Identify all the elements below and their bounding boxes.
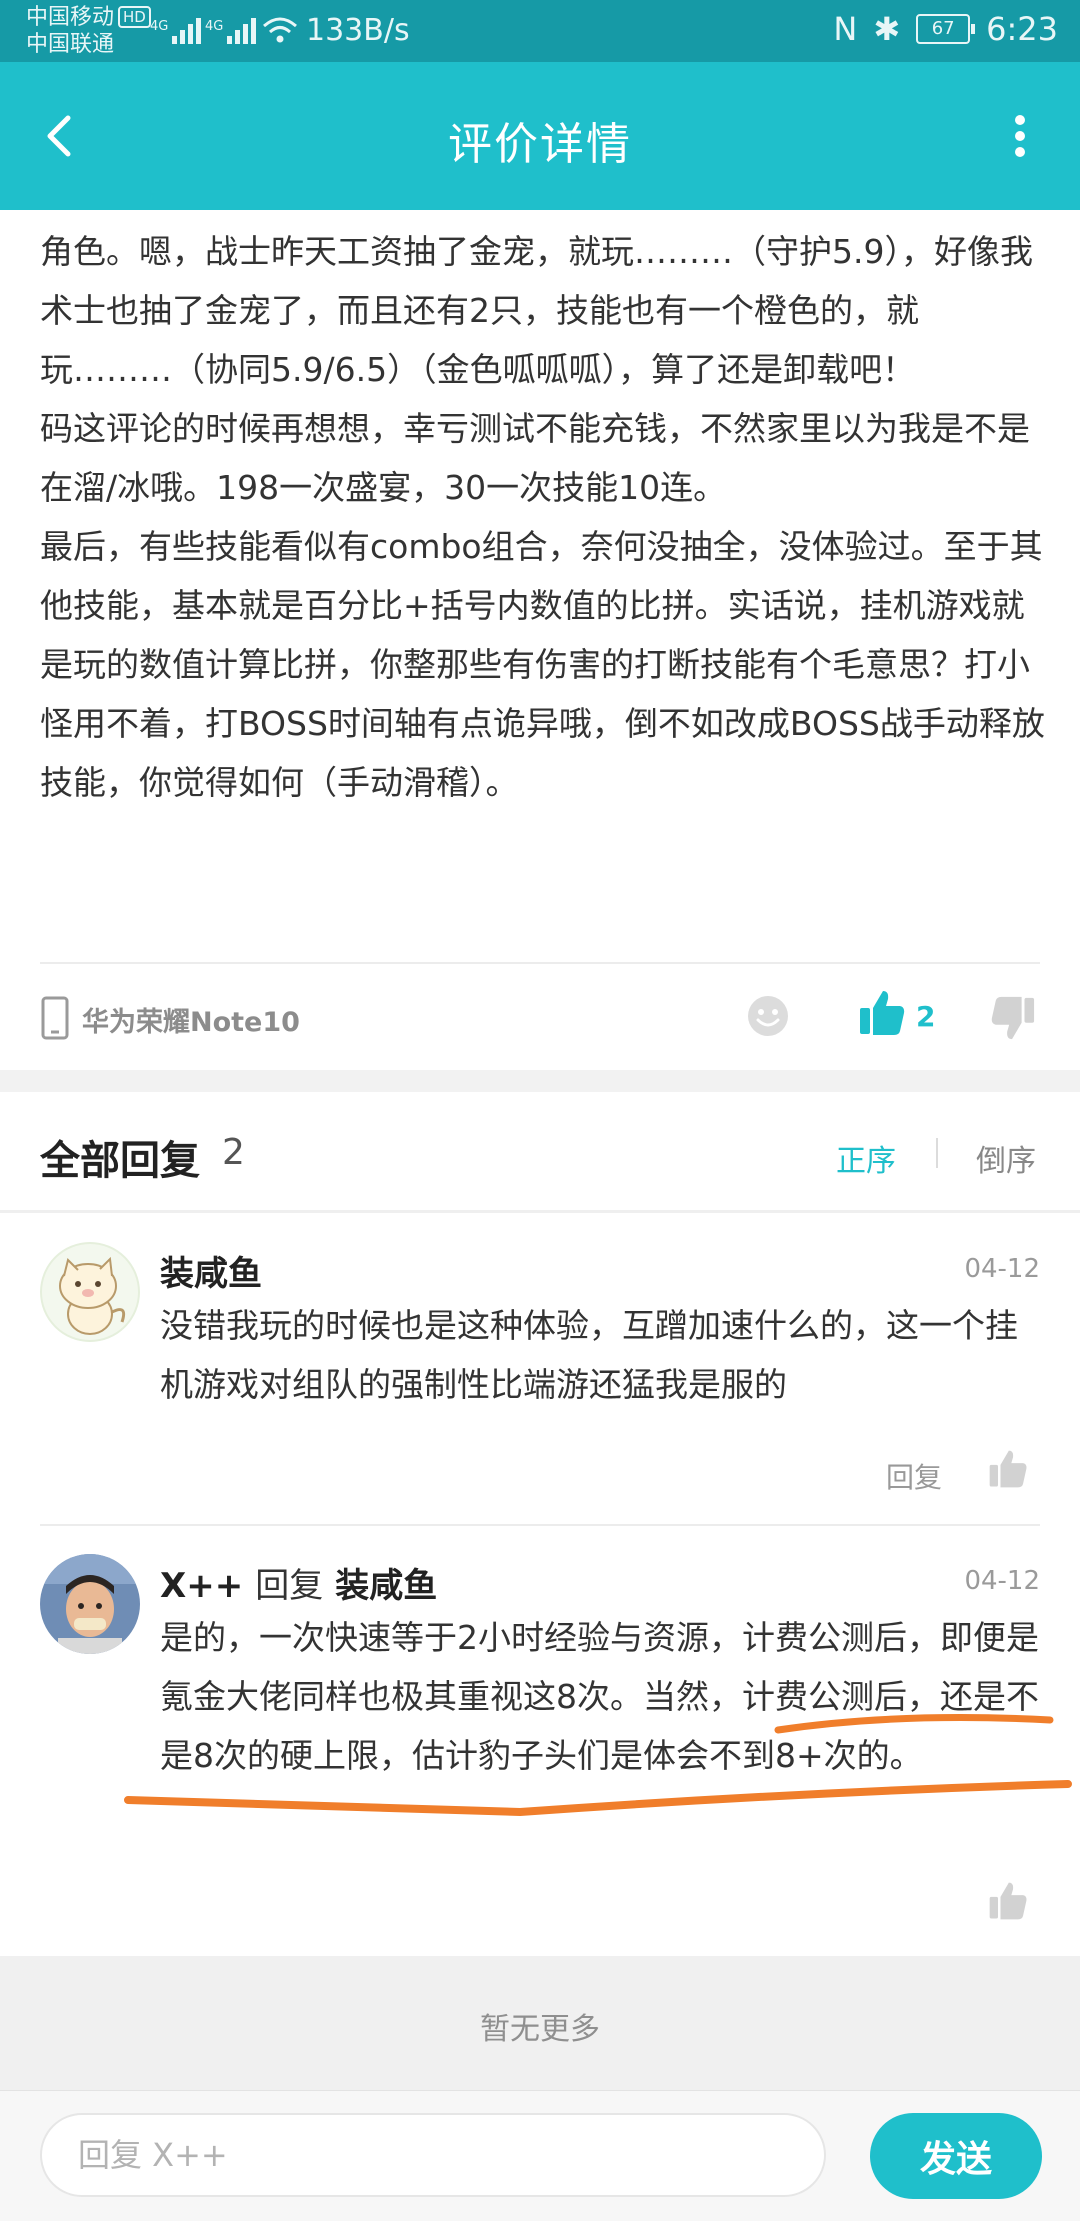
avatar[interactable] [40, 1242, 140, 1342]
svg-text:4G: 4G [205, 19, 223, 34]
carrier-1: 中国移动 [26, 5, 115, 30]
wifi-icon [263, 17, 297, 43]
reply-date: 04-12 [964, 1254, 1040, 1284]
reply-author[interactable]: X++ [160, 1566, 243, 1606]
no-more-bar: 暂无更多 [0, 1956, 1080, 2090]
thumbs-up-icon[interactable] [988, 1880, 1028, 1922]
sort-descending-tab[interactable]: 倒序 [976, 1136, 1036, 1180]
carrier-2: 中国联通 [26, 32, 115, 57]
status-right-icons: N ✱ 67 6:23 [833, 10, 1058, 48]
reply-author-line: X++ 回复 装咸鱼 [160, 1558, 437, 1607]
app-bar: 评价详情 [0, 62, 1080, 210]
reply-input-bar: 发送 [0, 2090, 1080, 2221]
carrier-info: 中国移动 HD 中国联通 [26, 4, 151, 58]
no-more-text: 暂无更多 [480, 2012, 600, 2047]
sort-separator [936, 1138, 938, 1168]
status-bar: 中国移动 HD 中国联通 4G 4G 133B/s N ✱ 67 6:23 [0, 0, 1080, 62]
divider [40, 1524, 1040, 1526]
send-button[interactable]: 发送 [870, 2113, 1042, 2199]
section-gap [0, 1070, 1080, 1092]
like-count: 2 [916, 1000, 936, 1033]
replies-header: 全部回复 2 正序 倒序 [0, 1092, 1080, 1208]
reply-input[interactable] [40, 2113, 826, 2197]
reply-author[interactable]: 装咸鱼 [160, 1246, 262, 1295]
page-title: 评价详情 [448, 119, 632, 170]
phone-icon [41, 996, 69, 1040]
replies-count: 2 [222, 1132, 245, 1173]
clock: 6:23 [986, 10, 1058, 48]
svg-text:4G: 4G [150, 19, 168, 34]
bluetooth-icon: ✱ [873, 10, 901, 48]
emoji-icon[interactable] [746, 994, 790, 1038]
net-speed: 133B/s [306, 13, 410, 48]
reply-to-user[interactable]: 装咸鱼 [335, 1566, 437, 1606]
sort-ascending-tab[interactable]: 正序 [836, 1136, 896, 1180]
review-meta: 华为荣耀Note10 2 [40, 990, 1040, 1050]
reply-text: 没错我玩的时候也是这种体验，互蹭加速什么的，这一个挂机游戏对组队的强制性比端游还… [160, 1306, 1018, 1404]
hd-badge: HD [118, 6, 151, 28]
reply-to-word: 回复 [255, 1566, 324, 1606]
device-label: 华为荣耀Note10 [82, 1007, 300, 1038]
battery-icon: 67 [916, 14, 976, 44]
thumbs-down-icon[interactable] [990, 994, 1036, 1042]
reply-date: 04-12 [964, 1566, 1040, 1596]
divider [40, 962, 1040, 964]
replies-title: 全部回复 [40, 1138, 200, 1184]
avatar[interactable] [40, 1554, 140, 1654]
more-options-button[interactable] [990, 106, 1050, 166]
thumbs-up-icon[interactable] [988, 1448, 1028, 1490]
divider [0, 1210, 1080, 1213]
review-text: 角色。嗯，战士昨天工资抽了金宠，就玩………（守护5.9），好像我术士也抽了金宠了… [40, 232, 1045, 802]
reply-button[interactable]: 回复 [886, 1456, 942, 1496]
reply-text: 是的，一次快速等于2小时经验与资源，计费公测后，即便是氪金大佬同样也极其重视这8… [160, 1618, 1039, 1775]
nfc-icon: N [833, 10, 858, 48]
thumbs-up-icon[interactable] [858, 988, 906, 1038]
